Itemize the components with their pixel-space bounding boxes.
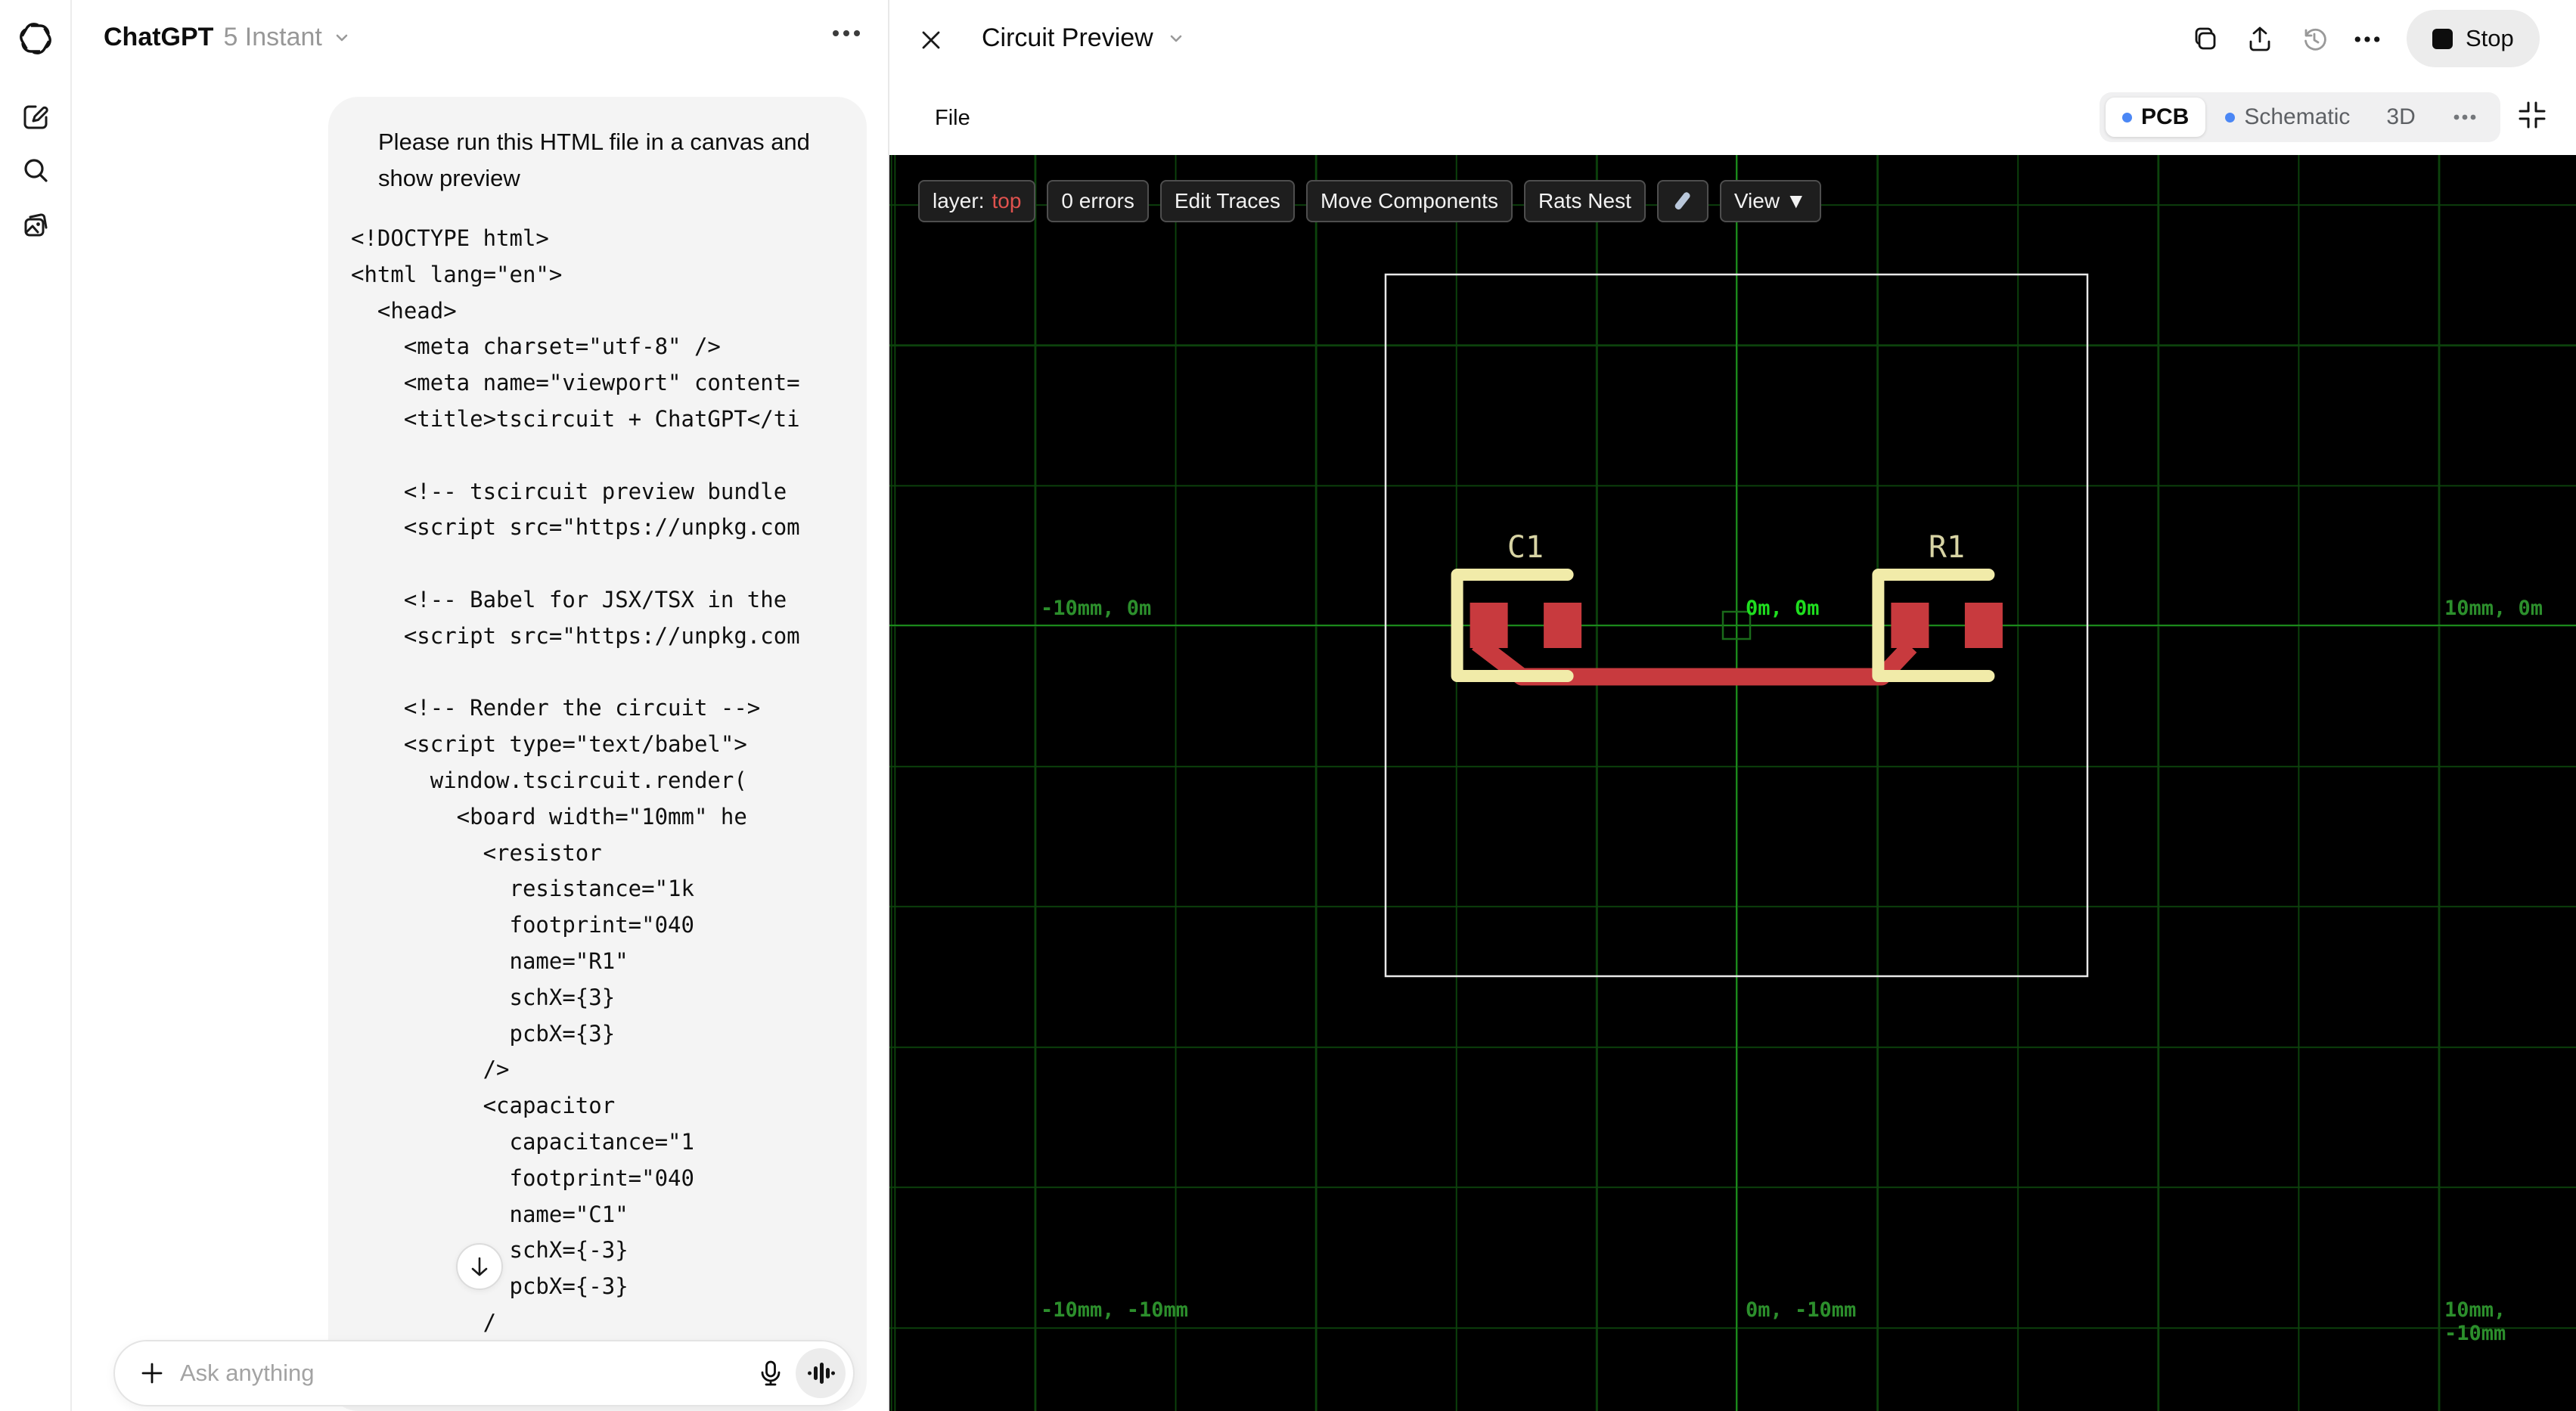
more-options-button[interactable] (2352, 24, 2382, 54)
grid-label-bottom-right: 10mm, -10mm (2444, 1298, 2506, 1345)
tab-schematic[interactable]: Schematic (2208, 98, 2367, 137)
edit-traces-button[interactable]: Edit Traces (1159, 180, 1295, 222)
close-icon (922, 31, 940, 49)
history-icon (2304, 28, 2326, 51)
copy-icon (2195, 27, 2216, 50)
collapse-canvas-button[interactable] (2514, 97, 2550, 133)
ellipsis-icon (2453, 114, 2476, 120)
canvas-subheader: File PCB Schematic 3D (889, 79, 2576, 155)
user-message-bubble: Please run this HTML file in a canvas an… (328, 97, 867, 1411)
pcb-editor-canvas[interactable]: C1 R1 -10mm, 0m 0m, 0m 10mm, 0m -10mm, -… (889, 155, 2576, 1411)
arrow-down-icon (471, 1257, 488, 1276)
new-chat-icon (23, 105, 48, 129)
code-block: <!DOCTYPE html> <html lang="en"> <head> … (351, 225, 800, 1335)
tab-3d-label: 3D (2386, 104, 2416, 129)
pcb-component-c1[interactable]: C1 (1451, 530, 1582, 682)
dictate-button[interactable] (750, 1353, 791, 1394)
tab-3d[interactable]: 3D (2370, 98, 2432, 137)
plus-icon (141, 1363, 163, 1384)
chevron-down-icon (1170, 35, 1182, 42)
ellipsis-icon (2354, 36, 2380, 42)
grid-label-mid-left: -10mm, 0m (1041, 597, 1152, 620)
layer-prefix: layer: (933, 189, 985, 212)
rats-nest-button[interactable]: Rats Nest (1523, 180, 1646, 222)
grid-label-mid-right: 10mm, 0m (2444, 597, 2543, 620)
view-tabs: PCB Schematic 3D (2100, 92, 2500, 142)
user-message-text: Please run this HTML file in a canvas an… (378, 129, 810, 191)
grid-label-bottom-center: 0m, -10mm (1746, 1298, 1857, 1322)
pcb-scene: C1 R1 (1384, 273, 2089, 978)
c1-pad2[interactable] (1544, 603, 1582, 648)
c1-pad1[interactable] (1470, 603, 1508, 648)
canvas-header: Circuit Preview Stop (889, 0, 2576, 79)
tab-pcb[interactable]: PCB (2106, 98, 2206, 137)
model-name: 5 Instant (223, 23, 322, 51)
chat-header: ChatGPT 5 Instant (73, 0, 888, 79)
sidebar-item-search[interactable] (18, 154, 53, 188)
library-icon (24, 213, 48, 237)
voice-mode-button[interactable] (796, 1348, 846, 1398)
share-icon (2249, 26, 2270, 51)
r1-label: R1 (1929, 530, 1965, 565)
grid-label-origin: 0m, 0m (1746, 597, 1820, 620)
schematic-status-dot (2225, 112, 2236, 122)
model-selector[interactable]: ChatGPT 5 Instant (104, 23, 352, 52)
tab-schematic-label: Schematic (2244, 104, 2351, 129)
canvas-title: Circuit Preview (982, 23, 1153, 52)
pcb-toolbar: layer: top 0 errors Edit Traces Move Com… (918, 180, 1821, 222)
canvas-title-dropdown[interactable]: Circuit Preview (982, 23, 1187, 53)
microphone-icon (761, 1360, 781, 1386)
file-menu[interactable]: File (935, 106, 970, 131)
scroll-to-bottom-button[interactable] (456, 1243, 503, 1290)
layer-value: top (992, 189, 1022, 212)
copy-button[interactable] (2190, 24, 2221, 54)
errors-button[interactable]: 0 errors (1047, 180, 1149, 222)
sidebar-item-new-chat[interactable] (18, 100, 53, 135)
chat-column: ChatGPT 5 Instant Please run this HTML f… (73, 0, 888, 1411)
chat-input-bar (113, 1340, 855, 1406)
r1-pad1[interactable] (1891, 603, 1929, 648)
conversation-menu-button[interactable] (830, 27, 863, 43)
chevron-down-icon (336, 34, 348, 41)
sidebar-item-library[interactable] (18, 208, 53, 243)
c1-label: C1 (1507, 530, 1544, 565)
layer-button[interactable]: layer: top (918, 180, 1036, 222)
app-title: ChatGPT (104, 23, 214, 51)
edit-tool-button[interactable] (1656, 180, 1709, 222)
app-sidebar (0, 0, 72, 1411)
chat-input[interactable] (169, 1360, 750, 1387)
history-button[interactable] (2299, 24, 2329, 54)
collapse-icon (2519, 101, 2546, 129)
r1-pad2[interactable] (1964, 603, 2003, 648)
ellipsis-icon (833, 30, 860, 36)
openai-logo-icon (20, 23, 51, 54)
view-dropdown-button[interactable]: View ▼ (1719, 180, 1821, 222)
search-icon (24, 159, 48, 182)
tab-more[interactable] (2435, 98, 2494, 137)
stop-icon (2432, 28, 2453, 49)
attach-button[interactable] (135, 1356, 169, 1391)
stop-button[interactable]: Stop (2407, 10, 2540, 67)
stop-label: Stop (2466, 25, 2514, 51)
tab-pcb-label: PCB (2141, 104, 2190, 129)
move-components-button[interactable]: Move Components (1305, 180, 1513, 222)
close-canvas-button[interactable] (917, 26, 945, 54)
canvas-panel: Circuit Preview Stop File PCB Schematic … (888, 0, 2576, 1411)
waveform-icon (808, 1363, 835, 1384)
openai-logo[interactable] (18, 21, 53, 56)
pencil-icon (1674, 192, 1690, 210)
pcb-status-dot (2122, 112, 2132, 122)
share-button[interactable] (2245, 24, 2275, 54)
grid-label-bottom-left: -10mm, -10mm (1041, 1298, 1189, 1322)
